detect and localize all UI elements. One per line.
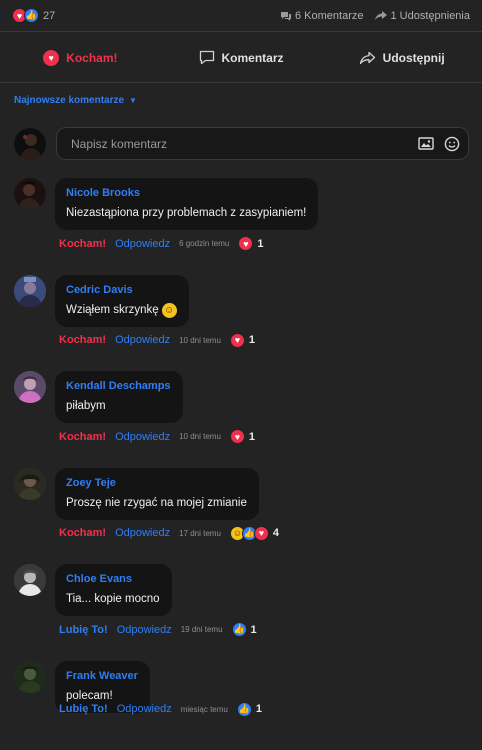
love-reaction-icon: ♥ — [238, 236, 254, 251]
comment-meta: Kocham! Odpowiedz 10 dni temu ♥ 1 — [59, 429, 255, 444]
reaction-summary[interactable]: ♥ 👍 27 — [12, 8, 55, 23]
comment-bubble: Nicole Brooks Niezastąpiona przy problem… — [55, 178, 319, 230]
comment-react-button[interactable]: Kocham! — [59, 334, 106, 346]
comment-reactions[interactable]: ☺ 👍 ♥ 4 — [229, 525, 280, 541]
comment-reaction-count: 1 — [248, 334, 256, 346]
comment-author[interactable]: Chloe Evans — [66, 572, 160, 586]
post-summary-bar: ♥ 👍 27 6 Komentarze 1 Udostępnienia — [0, 0, 482, 32]
comment-item: Cedric Davis Wziąłem skrzynkę ☺ Kocham! O… — [0, 274, 482, 372]
love-reaction-icon: ♥ — [229, 332, 245, 348]
reply-button[interactable]: Odpowiedz — [117, 703, 172, 715]
current-user-avatar — [14, 127, 46, 160]
comment-author[interactable]: Cedric Davis — [66, 283, 177, 297]
comment-reaction-count: 1 — [248, 430, 256, 443]
comment-timestamp[interactable]: miesiąc temu — [181, 705, 228, 714]
reply-button[interactable]: Odpowiedz — [115, 527, 170, 539]
comment-bubble-icon — [199, 50, 214, 65]
comment-text: Wziąłem skrzynkę ☺ — [66, 302, 177, 318]
emoji-icon[interactable] — [444, 136, 460, 152]
love-reaction-icon: ♥ — [253, 525, 269, 541]
comment-timestamp[interactable]: 17 dni temu — [179, 529, 221, 538]
comment-bubble: Chloe Evans Tia... kopie mocno — [55, 564, 172, 616]
avatar[interactable] — [14, 564, 46, 596]
comment-reaction-count: 4 — [272, 527, 280, 539]
reply-button[interactable]: Odpowiedz — [115, 431, 170, 443]
comment-text: Proszę nie rzygać na mojej zmianie — [66, 496, 247, 509]
reply-button[interactable]: Odpowiedz — [115, 334, 170, 346]
avatar[interactable] — [14, 467, 46, 500]
comment-item: Zoey Teje Proszę nie rzygać na mojej zmi… — [0, 467, 482, 565]
reply-button[interactable]: Odpowiedz — [117, 624, 172, 636]
comment-bubble: Zoey Teje Proszę nie rzygać na mojej zmi… — [55, 467, 259, 520]
comment-timestamp[interactable]: 10 dni temu — [179, 336, 221, 345]
comment-reaction-count: 1 — [255, 703, 262, 715]
comment-reaction-count: 1 — [257, 237, 264, 250]
comment-bubble: Kendall Deschamps piłabym — [55, 371, 183, 423]
smiley-emoji-icon: ☺ — [161, 302, 177, 318]
comment-reactions[interactable]: 👍 1 — [231, 622, 257, 637]
comment-meta: Lubię To! Odpowiedz miesiąc temu 👍 1 — [59, 701, 262, 717]
reply-button[interactable]: Odpowiedz — [115, 238, 170, 250]
comment-meta: Kocham! Odpowiedz 17 dni temu ☺ 👍 ♥ 4 — [59, 525, 280, 541]
comment-text: piłabym — [66, 400, 106, 412]
comment-react-button[interactable]: Lubię To! — [59, 624, 108, 636]
comment-meta: Lubię To! Odpowiedz 19 dni temu 👍 1 — [59, 622, 257, 637]
comment-item: Nicole Brooks Niezastąpiona przy problem… — [0, 178, 482, 275]
comments-count-link[interactable]: 6 Komentarze — [280, 10, 363, 22]
comment-button[interactable]: Komentarz — [161, 50, 322, 65]
post-action-bar: ♥ Kocham! Komentarz Udostępnij — [0, 33, 482, 83]
shares-count-link[interactable]: 1 Udostępnienia — [375, 10, 470, 22]
share-arrow-icon — [375, 10, 388, 20]
comment-item: Frank Weaver polecam! Lubię To! Odpowied… — [0, 660, 482, 750]
comment-meta: Kocham! Odpowiedz 6 godzin temu ♥ 1 — [59, 236, 264, 251]
comment-item: Kendall Deschamps piłabym Kocham! Odpowi… — [0, 371, 482, 468]
comment-list: Nicole Brooks Niezastąpiona przy problem… — [0, 178, 482, 750]
comment-author[interactable]: Kendall Deschamps — [66, 379, 171, 393]
reaction-count: 27 — [43, 9, 56, 22]
comment-meta: Kocham! Odpowiedz 10 dni temu ♥ 1 — [59, 332, 256, 348]
comment-text: Tia... kopie mocno — [66, 593, 160, 605]
comment-bubble: Cedric Davis Wziąłem skrzynkę ☺ — [55, 274, 189, 327]
comment-author[interactable]: Zoey Teje — [66, 476, 247, 490]
love-reaction-icon: ♥ — [229, 429, 245, 444]
comment-author[interactable]: Nicole Brooks — [66, 186, 306, 200]
comment-item: Chloe Evans Tia... kopie mocno Lubię To!… — [0, 564, 482, 661]
comment-author[interactable]: Frank Weaver — [66, 669, 138, 683]
like-reaction-icon: 👍 — [231, 622, 247, 637]
comment-react-button[interactable]: Kocham! — [59, 431, 106, 443]
comment-reactions[interactable]: ♥ 1 — [229, 429, 256, 444]
comment-reactions[interactable]: 👍 1 — [236, 701, 262, 717]
comment-composer — [14, 127, 469, 160]
avatar[interactable] — [14, 660, 46, 693]
comment-input[interactable] — [71, 136, 408, 151]
comment-reaction-count: 1 — [250, 623, 257, 636]
like-reaction-icon: 👍 — [236, 701, 252, 717]
comment-react-button[interactable]: Kocham! — [59, 527, 106, 539]
avatar[interactable] — [14, 178, 46, 210]
comment-timestamp[interactable]: 6 godzin temu — [179, 239, 229, 248]
comment-react-button[interactable]: Lubię To! — [59, 703, 108, 715]
comment-timestamp[interactable]: 10 dni temu — [179, 432, 221, 441]
comment-reactions[interactable]: ♥ 1 — [238, 236, 264, 251]
sort-comments-dropdown[interactable]: Najnowsze komentarze ▼ — [14, 95, 137, 106]
comment-input-box — [56, 127, 469, 160]
share-icon — [359, 51, 375, 64]
heart-icon: ♥ — [43, 49, 60, 66]
avatar[interactable] — [14, 371, 46, 403]
comment-timestamp[interactable]: 19 dni temu — [181, 625, 223, 634]
photo-icon[interactable] — [418, 137, 434, 150]
like-reaction-icon: 👍 — [24, 8, 39, 23]
comment-text: Niezastąpiona przy problemach z zasypian… — [66, 207, 307, 219]
love-button[interactable]: ♥ Kocham! — [0, 49, 161, 66]
comment-reactions[interactable]: ♥ 1 — [229, 332, 256, 348]
comment-react-button[interactable]: Kocham! — [59, 238, 106, 250]
avatar[interactable] — [14, 274, 46, 307]
caret-down-icon: ▼ — [129, 96, 137, 105]
share-button[interactable]: Udostępnij — [321, 51, 482, 65]
comments-icon — [281, 11, 291, 21]
